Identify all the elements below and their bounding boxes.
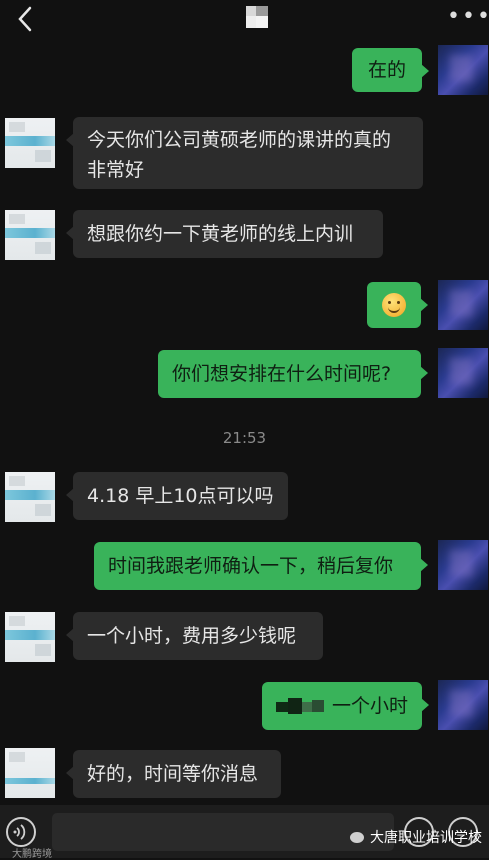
contact-avatar[interactable]	[5, 748, 55, 798]
input-bar: 大鹏跨境 大唐职业培训学校	[0, 805, 489, 860]
message-text: 时间我跟老师确认一下，稍后复你	[108, 555, 394, 577]
watermark: 大唐职业培训学校	[350, 827, 482, 847]
message-text: 4.18 早上10点可以吗	[87, 485, 274, 507]
message-bubble-sent[interactable]	[367, 282, 428, 328]
more-icon[interactable]: •••	[447, 6, 489, 28]
message-text: 想跟你约一下黄老师的线上内训	[87, 223, 354, 245]
message-bubble-received[interactable]: 好的，时间等你消息	[66, 750, 281, 798]
message-bubble-sent[interactable]: 你们想安排在什么时间呢?	[158, 350, 428, 398]
smile-emoji-icon	[382, 293, 406, 317]
message-text: 一个小时，费用多少钱呢	[87, 625, 297, 647]
back-icon[interactable]	[14, 5, 40, 33]
message-bubble-received[interactable]: 4.18 早上10点可以吗	[66, 472, 288, 520]
message-text: 好的，时间等你消息	[87, 763, 259, 785]
message-bubble-received[interactable]: 今天你们公司黄硕老师的课讲的真的非常好	[66, 117, 423, 189]
message-bubble-sent[interactable]: 在的	[352, 48, 429, 92]
my-avatar[interactable]	[438, 348, 488, 398]
my-avatar[interactable]	[438, 540, 488, 590]
contact-avatar[interactable]	[5, 612, 55, 662]
message-bubble-sent[interactable]: 时间我跟老师确认一下，稍后复你	[94, 542, 428, 590]
chat-header: •••	[0, 0, 489, 38]
contact-avatar[interactable]	[5, 118, 55, 168]
contact-avatar[interactable]	[5, 472, 55, 522]
message-input[interactable]	[52, 813, 394, 851]
message-text: 你们想安排在什么时间呢?	[172, 363, 392, 385]
wechat-logo-icon	[350, 832, 364, 843]
my-avatar[interactable]	[438, 680, 488, 730]
message-bubble-received[interactable]: 想跟你约一下黄老师的线上内训	[66, 210, 383, 258]
my-avatar[interactable]	[438, 280, 488, 330]
redacted-mosaic	[276, 696, 326, 716]
message-bubble-received[interactable]: 一个小时，费用多少钱呢	[66, 612, 323, 660]
message-text: 在的	[367, 59, 406, 81]
contact-avatar[interactable]	[5, 210, 55, 260]
message-text: 一个小时	[331, 695, 408, 717]
voice-input-icon[interactable]	[6, 817, 36, 847]
chat-timestamp: 21:53	[222, 429, 267, 447]
message-bubble-sent[interactable]: 一个小时	[262, 682, 429, 730]
chat-title-mosaic	[246, 6, 268, 28]
message-text: 今天你们公司黄硕老师的课讲的真的非常好	[87, 129, 392, 181]
my-avatar[interactable]	[438, 45, 488, 95]
